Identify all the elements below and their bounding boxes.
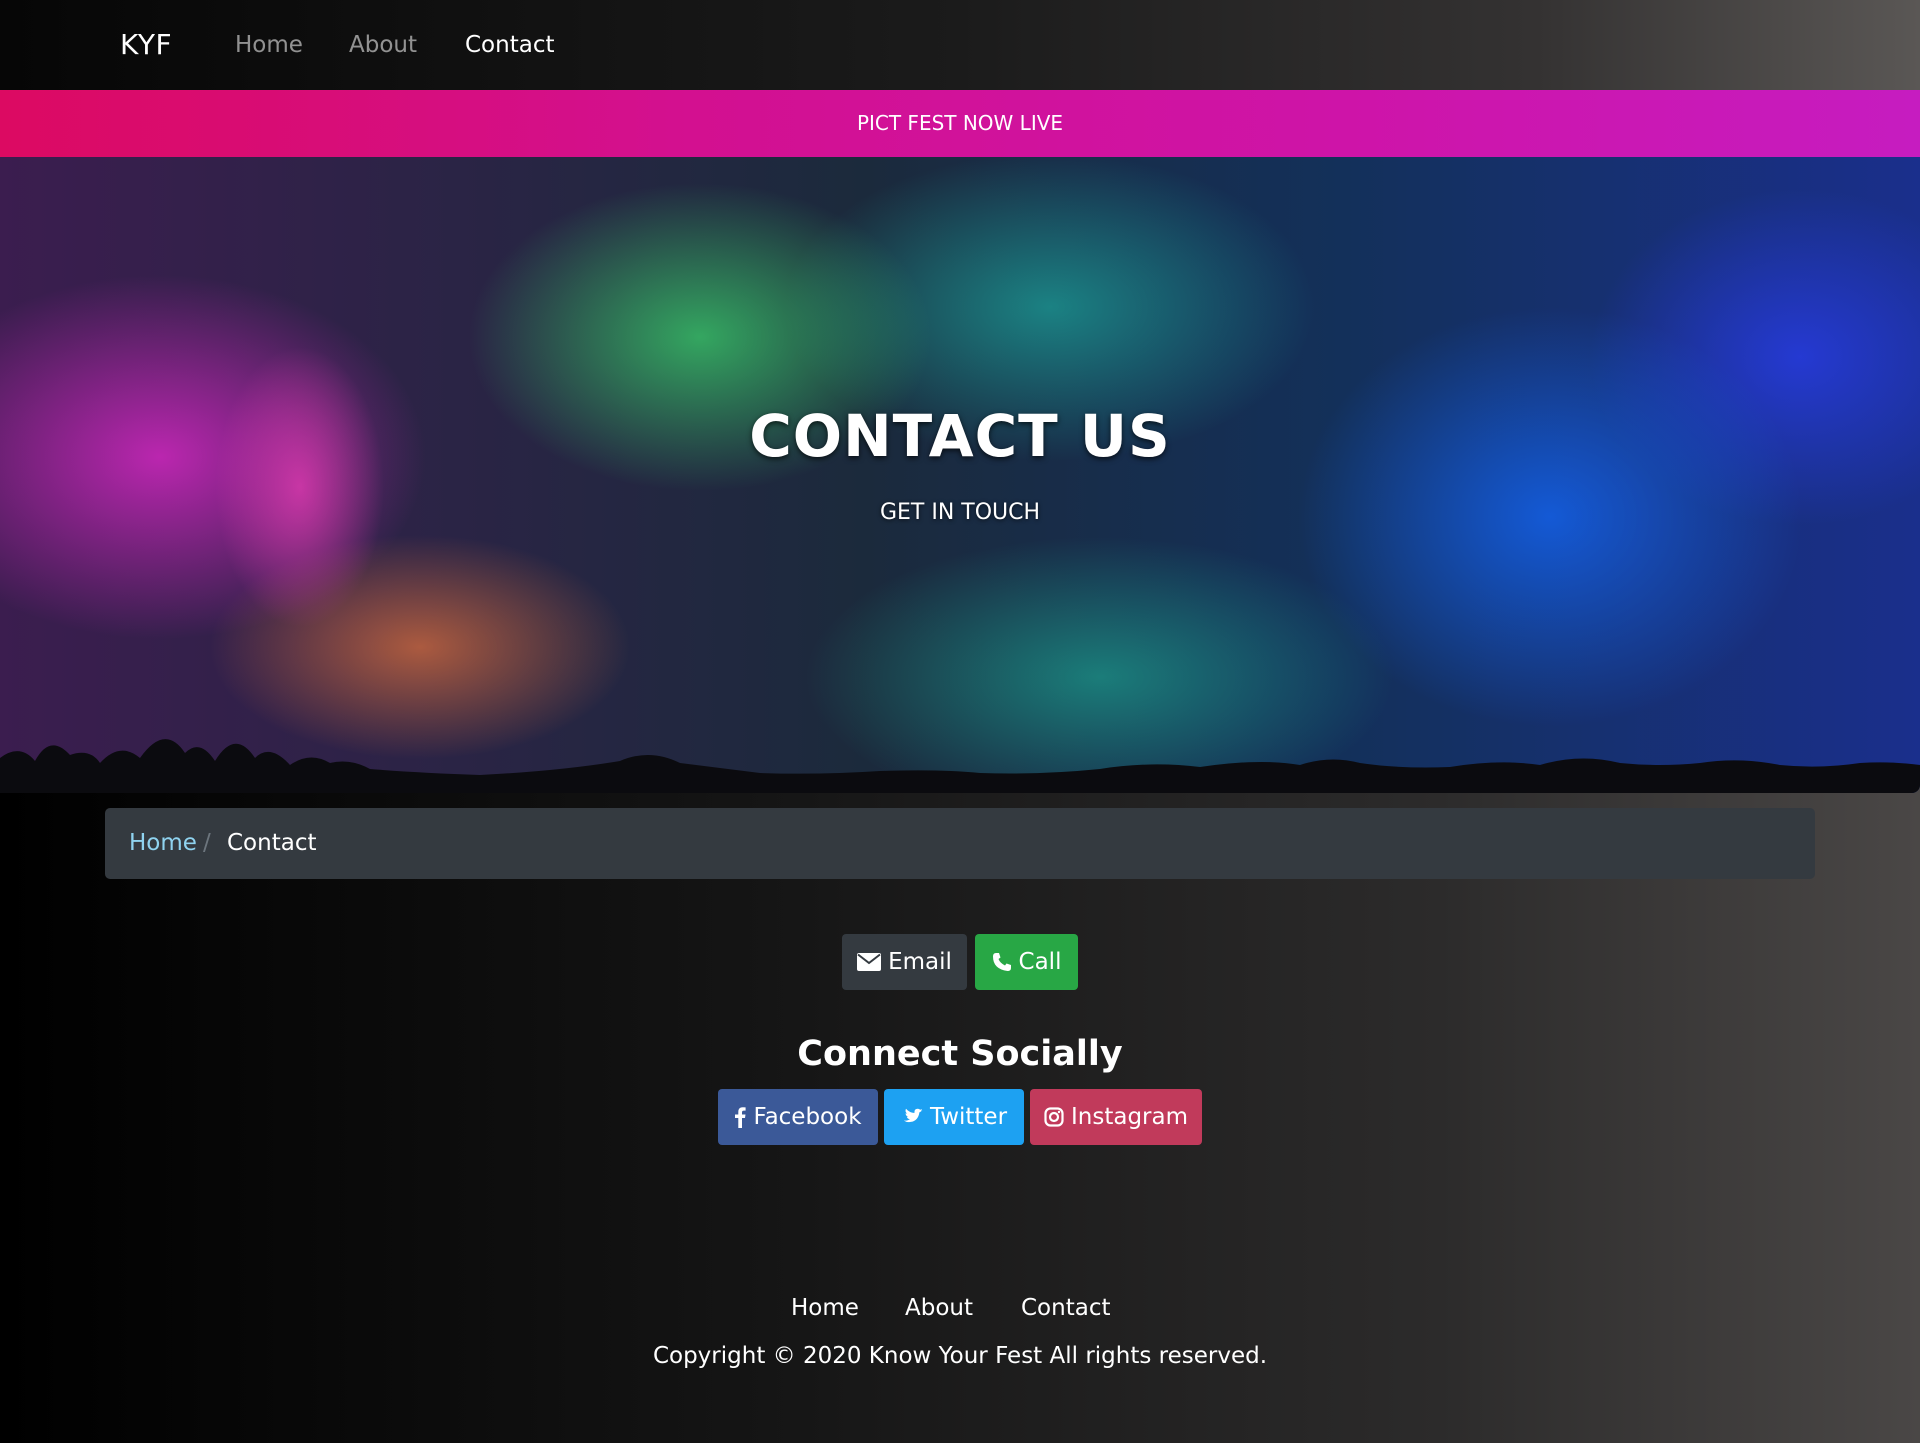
copyright-text: Copyright © 2020 Know Your Fest All righ… (652, 1343, 1268, 1369)
email-button[interactable]: Email (842, 934, 967, 990)
envelope-icon (857, 953, 882, 971)
footer-link-about[interactable]: About (905, 1295, 973, 1321)
phone-icon (992, 952, 1012, 972)
nav-home[interactable]: Home (235, 32, 303, 58)
announcement-banner: PICT FEST NOW LIVE (0, 90, 1920, 157)
navbar: KYF Home About Contact (0, 0, 1920, 90)
hero-section: CONTACT US GET IN TOUCH (0, 157, 1920, 793)
breadcrumb-current: Contact (227, 830, 317, 856)
instagram-button-label: Instagram (1070, 1104, 1188, 1130)
crowd-silhouette (0, 739, 1920, 793)
twitter-button[interactable]: Twitter (884, 1089, 1024, 1145)
twitter-icon (901, 1108, 923, 1126)
page-subtitle: GET IN TOUCH (879, 500, 1041, 525)
call-button[interactable]: Call (975, 934, 1078, 990)
social-heading: Connect Socially (797, 1034, 1123, 1074)
brand-logo[interactable]: KYF (120, 28, 172, 61)
instagram-button[interactable]: Instagram (1030, 1089, 1202, 1145)
facebook-icon (734, 1106, 747, 1128)
page-title: CONTACT US (749, 402, 1171, 470)
footer-link-contact[interactable]: Contact (1021, 1295, 1110, 1321)
breadcrumb-separator: / (203, 830, 211, 856)
instagram-icon (1044, 1107, 1064, 1127)
breadcrumb-home-link[interactable]: Home (129, 830, 197, 856)
email-button-label: Email (888, 949, 952, 975)
facebook-button-label: Facebook (753, 1104, 862, 1130)
call-button-label: Call (1018, 949, 1062, 975)
twitter-button-label: Twitter (929, 1104, 1008, 1130)
facebook-button[interactable]: Facebook (718, 1089, 878, 1145)
nav-about[interactable]: About (349, 32, 417, 58)
nav-contact[interactable]: Contact (465, 32, 554, 58)
breadcrumb: Home / Contact (105, 808, 1815, 879)
footer-link-home[interactable]: Home (791, 1295, 859, 1321)
